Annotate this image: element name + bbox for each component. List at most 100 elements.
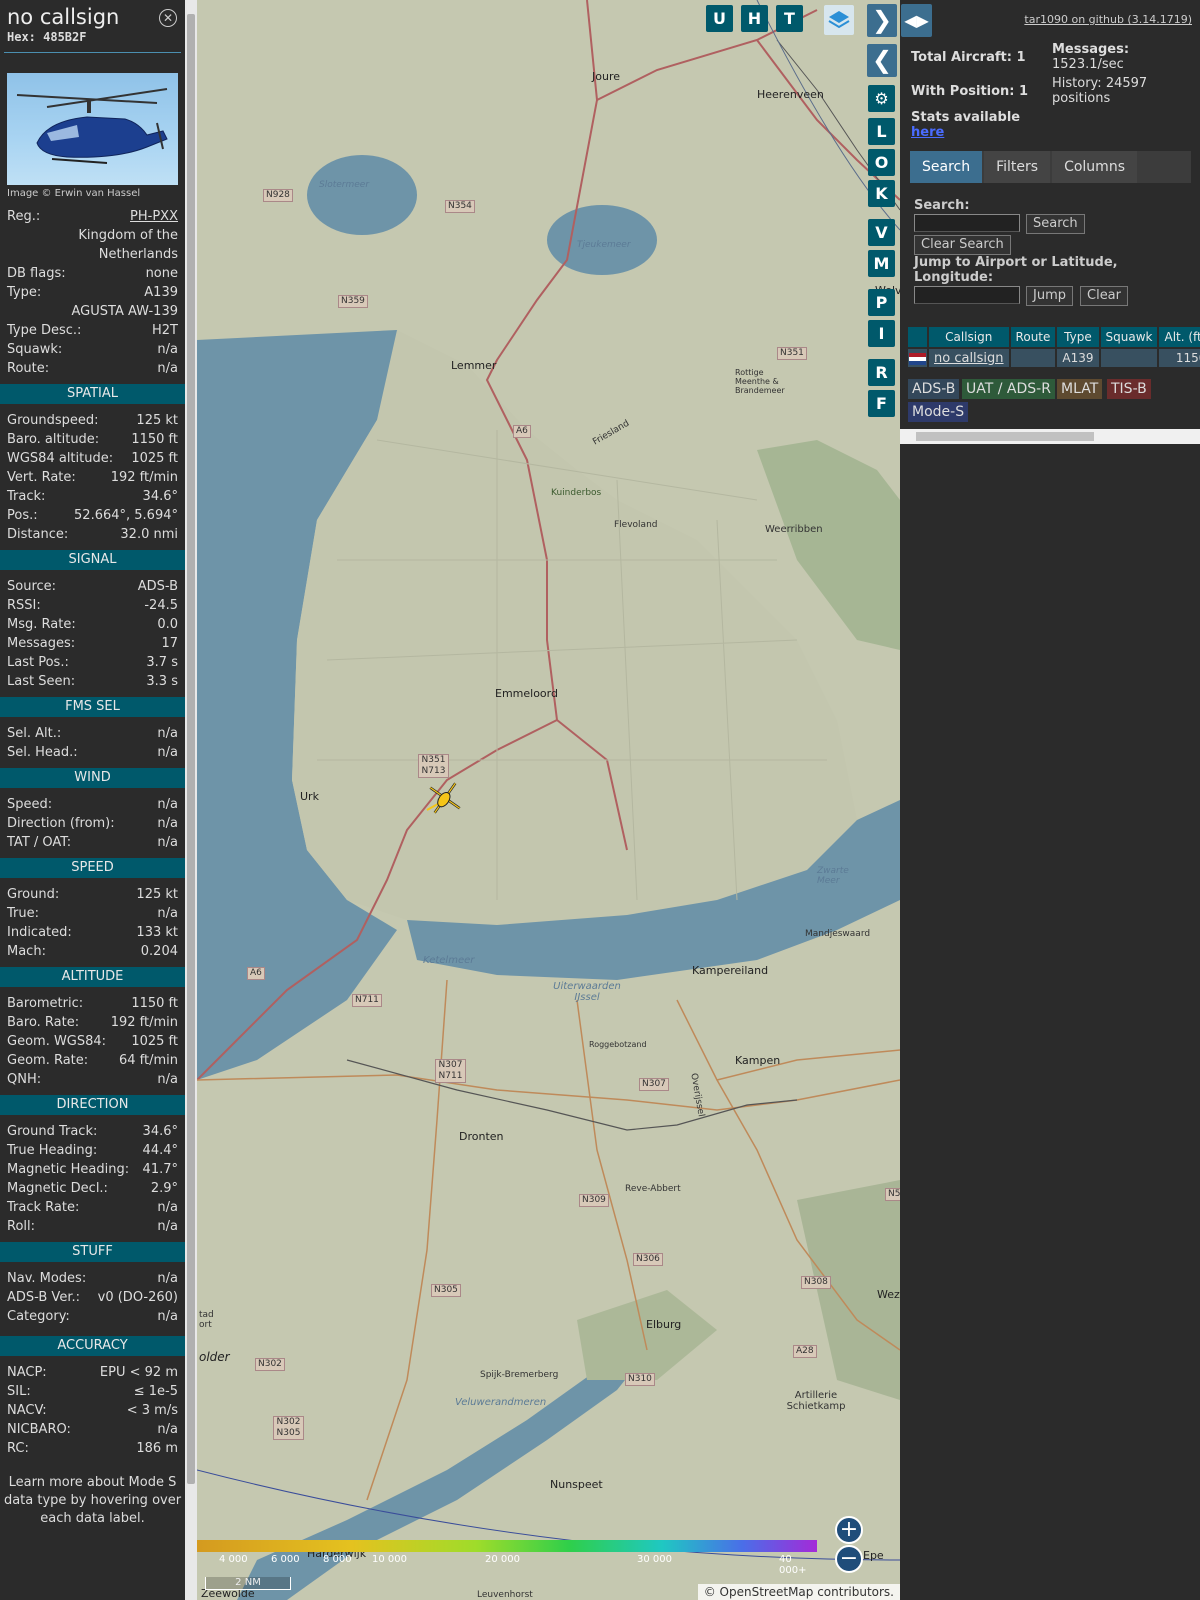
info-row-label[interactable]: Reg.: (7, 207, 40, 226)
info-row-value: 52.664°, 5.694° (74, 508, 178, 523)
info-row-label[interactable]: Sel. Head.: (7, 743, 78, 762)
info-row-label[interactable]: Last Pos.: (7, 653, 69, 672)
github-link[interactable]: tar1090 on github (3.14.1719) (1024, 13, 1192, 26)
map-button-v[interactable]: V (868, 219, 895, 246)
col-route[interactable]: Route (1010, 327, 1056, 347)
info-row-label[interactable]: WGS84 altitude: (7, 449, 113, 468)
info-row-label[interactable]: Msg. Rate: (7, 615, 76, 634)
info-row-label[interactable]: NACP: (7, 1363, 47, 1382)
info-row-label[interactable]: Last Seen: (7, 672, 75, 691)
map-button-i[interactable]: I (868, 320, 895, 347)
info-row-label[interactable]: NACV: (7, 1401, 47, 1420)
close-icon[interactable]: ✕ (159, 9, 177, 27)
cell-callsign[interactable]: no callsign (929, 349, 1009, 367)
stats-link[interactable]: here (911, 125, 944, 140)
search-input[interactable] (914, 214, 1020, 232)
col-flag[interactable] (908, 327, 927, 347)
map-button-h[interactable]: H (741, 5, 768, 32)
info-row-label[interactable]: RC: (7, 1439, 29, 1458)
map-button-p[interactable]: P (868, 289, 895, 316)
layers-icon[interactable] (824, 5, 854, 35)
search-button[interactable]: Search (1026, 214, 1085, 234)
clear-search-button[interactable]: Clear Search (914, 235, 1011, 255)
gear-icon[interactable]: ⚙ (868, 85, 895, 112)
collapse-sidebar-button[interactable]: ❮ (867, 44, 897, 77)
scrollbar-thumb[interactable] (916, 432, 1094, 441)
map-button-k[interactable]: K (868, 180, 895, 207)
info-row-label[interactable]: Baro. altitude: (7, 430, 99, 449)
info-row-label[interactable]: Barometric: (7, 994, 83, 1013)
info-row-label[interactable]: Pos.: (7, 506, 38, 525)
map-button-o[interactable]: O (868, 149, 895, 176)
info-row-label[interactable]: DB flags: (7, 264, 66, 283)
info-row-label[interactable]: Source: (7, 577, 56, 596)
clear-jump-button[interactable]: Clear (1080, 286, 1128, 306)
info-row-label[interactable]: Route: (7, 359, 49, 378)
map-button-l[interactable]: L (868, 118, 895, 145)
info-row-label[interactable]: Type: (7, 283, 41, 302)
info-row-label[interactable]: Nav. Modes: (7, 1269, 86, 1288)
info-row-label[interactable]: Baro. Rate: (7, 1013, 79, 1032)
map-button-r[interactable]: R (868, 359, 895, 386)
info-row-label[interactable]: Geom. Rate: (7, 1051, 88, 1070)
info-row-label[interactable]: Indicated: (7, 923, 72, 942)
aircraft-photo[interactable] (7, 73, 178, 185)
info-row-label[interactable]: True: (7, 904, 39, 923)
info-row-label[interactable]: Speed: (7, 795, 52, 814)
tab-search[interactable]: Search (910, 151, 983, 183)
info-row-label[interactable]: Distance: (7, 525, 68, 544)
info-row-label[interactable]: SIL: (7, 1382, 31, 1401)
callsign-link[interactable]: no callsign (934, 351, 1004, 366)
info-row-label[interactable]: Ground Track: (7, 1122, 97, 1141)
info-row-label[interactable]: Type Desc.: (7, 321, 81, 340)
info-row-label[interactable]: Direction (from): (7, 814, 115, 833)
info-row-label[interactable]: Ground: (7, 885, 59, 904)
tab-filters[interactable]: Filters (984, 151, 1051, 183)
col-squawk[interactable]: Squawk (1100, 327, 1158, 347)
zoom-in-button[interactable]: + (835, 1516, 863, 1544)
info-row-label[interactable]: QNH: (7, 1070, 41, 1089)
table-row[interactable]: no callsign A139 1150 (908, 349, 1200, 367)
map-attribution[interactable]: © OpenStreetMap contributors. (697, 1584, 900, 1600)
info-row-label[interactable]: Magnetic Heading: (7, 1160, 129, 1179)
info-row-label[interactable]: RSSI: (7, 596, 41, 615)
info-panel-scrollbar[interactable] (185, 0, 197, 1600)
expand-collapse-icon[interactable]: ◀▶ (901, 4, 932, 37)
col-callsign[interactable]: Callsign (929, 327, 1009, 347)
info-row-label[interactable]: Squawk: (7, 340, 62, 359)
map-button-t[interactable]: T (776, 5, 803, 32)
info-row-label[interactable]: Roll: (7, 1217, 35, 1236)
scrollbar-thumb[interactable] (187, 14, 195, 1484)
zoom-out-button[interactable]: − (835, 1545, 863, 1573)
info-row-label[interactable]: Groundspeed: (7, 411, 98, 430)
info-row-label[interactable]: TAT / OAT: (7, 833, 71, 852)
info-row-label[interactable]: ADS-B Ver.: (7, 1288, 80, 1307)
info-row-label[interactable]: Vert. Rate: (7, 468, 76, 487)
info-row-label[interactable]: Track: (7, 487, 45, 506)
road-tag: N310 (625, 1373, 655, 1386)
info-row-label[interactable]: Mach: (7, 942, 46, 961)
map-view[interactable]: Joure Heerenveen Lemmer Emmeloord Urk Dr… (197, 0, 900, 1600)
info-row-label[interactable]: NICBARO: (7, 1420, 71, 1439)
info-row-value: n/a (157, 1309, 178, 1324)
jump-input[interactable] (914, 286, 1020, 304)
col-altitude[interactable]: Alt. (ft) (1159, 327, 1200, 347)
tab-columns[interactable]: Columns (1052, 151, 1137, 183)
col-type[interactable]: Type (1057, 327, 1099, 347)
info-row-label[interactable]: Sel. Alt.: (7, 724, 61, 743)
map-button-f[interactable]: F (868, 390, 895, 417)
info-row-label[interactable]: True Heading: (7, 1141, 97, 1160)
info-row-label[interactable]: Magnetic Decl.: (7, 1179, 108, 1198)
registration-link[interactable]: PH-PXX (130, 207, 178, 226)
jump-button[interactable]: Jump (1026, 286, 1073, 306)
map-button-m[interactable]: M (868, 250, 895, 277)
road-tag: N302 N305 (273, 1416, 304, 1440)
map-button-u[interactable]: U (706, 5, 733, 32)
info-row-label[interactable]: Geom. WGS84: (7, 1032, 106, 1051)
info-row-label[interactable]: Category: (7, 1307, 70, 1326)
info-row-label[interactable]: Track Rate: (7, 1198, 79, 1217)
expand-sidebar-button[interactable]: ❯ (867, 4, 897, 37)
table-horizontal-scrollbar[interactable] (900, 429, 1200, 444)
aircraft-marker-icon[interactable] (425, 778, 465, 818)
info-row-label[interactable]: Messages: (7, 634, 75, 653)
